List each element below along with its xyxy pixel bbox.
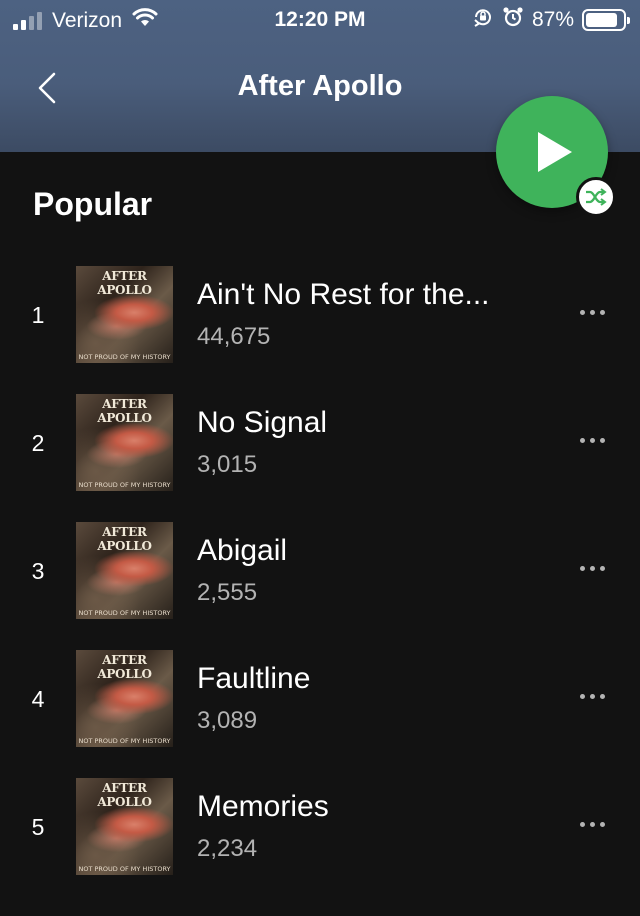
cover-title: AFTER APOLLO <box>97 653 152 681</box>
track-row[interactable]: 3 AFTER APOLLO NOT PROUD OF MY HISTORY A… <box>0 522 640 632</box>
battery-percent: 87% <box>531 8 574 31</box>
play-icon <box>538 132 572 172</box>
track-number: 3 <box>31 558 45 584</box>
cover-title: AFTER APOLLO <box>97 525 152 553</box>
section-title-popular: Popular <box>33 186 153 222</box>
orientation-lock-icon <box>472 6 494 34</box>
track-play-count: 44,675 <box>197 323 271 350</box>
track-title: No Signal <box>197 406 328 439</box>
track-row[interactable]: 1 AFTER APOLLO NOT PROUD OF MY HISTORY A… <box>0 266 640 376</box>
track-play-count: 3,089 <box>197 707 258 734</box>
more-options-button[interactable] <box>570 812 614 836</box>
cover-title: AFTER APOLLO <box>97 781 152 809</box>
album-cover: AFTER APOLLO NOT PROUD OF MY HISTORY <box>76 394 173 491</box>
album-cover: AFTER APOLLO NOT PROUD OF MY HISTORY <box>76 650 173 747</box>
cover-subtitle: NOT PROUD OF MY HISTORY <box>78 865 171 873</box>
track-title: Memories <box>197 790 329 823</box>
status-right: 87% <box>472 6 630 34</box>
cover-subtitle: NOT PROUD OF MY HISTORY <box>78 609 171 617</box>
album-cover: AFTER APOLLO NOT PROUD OF MY HISTORY <box>76 266 173 363</box>
track-number: 1 <box>31 302 45 328</box>
cover-title: AFTER APOLLO <box>97 397 152 425</box>
track-row[interactable]: 4 AFTER APOLLO NOT PROUD OF MY HISTORY F… <box>0 650 640 760</box>
track-number: 5 <box>31 814 45 840</box>
cover-subtitle: NOT PROUD OF MY HISTORY <box>78 737 171 745</box>
track-play-count: 2,555 <box>197 579 258 606</box>
track-number: 4 <box>31 686 45 712</box>
track-number: 2 <box>31 430 45 456</box>
track-play-count: 3,015 <box>197 451 258 478</box>
more-options-button[interactable] <box>570 428 614 452</box>
status-bar: Verizon 12:20 PM 87% <box>0 0 640 40</box>
album-cover: AFTER APOLLO NOT PROUD OF MY HISTORY <box>76 778 173 875</box>
track-title: Faultline <box>197 662 311 695</box>
cover-title: AFTER APOLLO <box>97 269 152 297</box>
cover-subtitle: NOT PROUD OF MY HISTORY <box>78 481 171 489</box>
track-title: Abigail <box>197 534 288 567</box>
track-title: Ain't No Rest for the... <box>197 278 490 311</box>
shuffle-icon <box>586 188 607 206</box>
cover-subtitle: NOT PROUD OF MY HISTORY <box>78 353 171 361</box>
more-options-button[interactable] <box>570 300 614 324</box>
track-play-count: 2,234 <box>197 835 258 862</box>
alarm-icon <box>502 6 524 34</box>
track-row[interactable]: 2 AFTER APOLLO NOT PROUD OF MY HISTORY N… <box>0 394 640 504</box>
more-options-button[interactable] <box>570 556 614 580</box>
more-options-button[interactable] <box>570 684 614 708</box>
album-cover: AFTER APOLLO NOT PROUD OF MY HISTORY <box>76 522 173 619</box>
shuffle-button[interactable] <box>576 177 616 217</box>
track-row[interactable]: 5 AFTER APOLLO NOT PROUD OF MY HISTORY M… <box>0 778 640 888</box>
battery-icon <box>582 9 630 31</box>
